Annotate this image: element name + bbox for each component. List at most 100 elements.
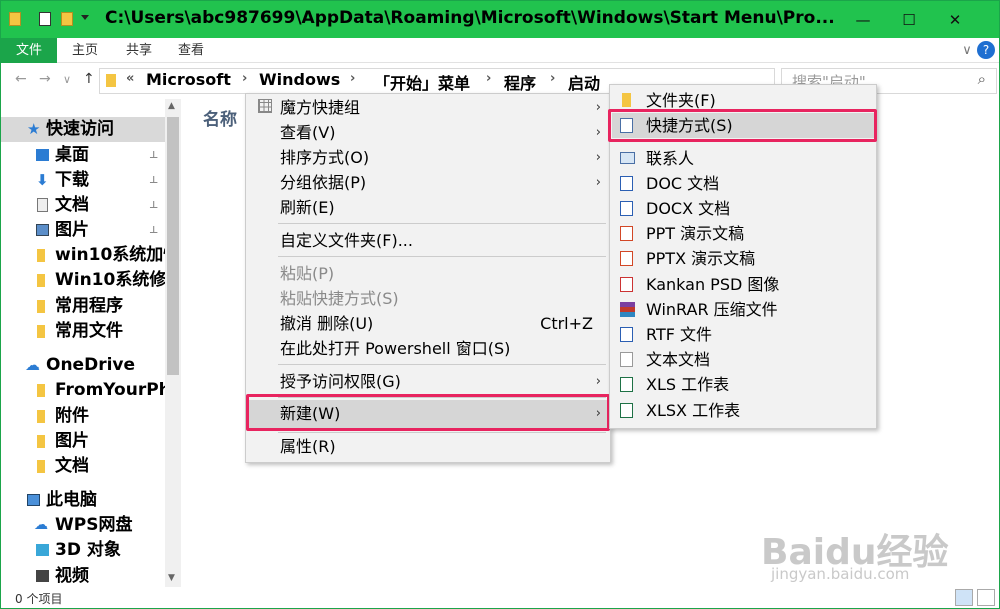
submenu-item-xlsx[interactable]: XLSX 工作表	[612, 398, 874, 423]
submenu-arrow-icon: ›	[595, 150, 601, 165]
maximize-button[interactable]: ☐	[886, 1, 932, 38]
status-bar: 0 个项目	[1, 587, 999, 608]
menu-item-properties[interactable]: 属性(R)	[248, 434, 607, 459]
large-icons-view-icon[interactable]	[977, 589, 995, 606]
help-icon[interactable]: ?	[977, 41, 995, 59]
forward-button[interactable]: →	[39, 71, 51, 87]
menu-label: 排序方式(O)	[280, 148, 370, 167]
menu-item-refresh[interactable]: 刷新(E)	[248, 195, 607, 220]
nav-scrollbar[interactable]: ▲ ▼	[165, 99, 181, 587]
scroll-down-icon[interactable]: ▼	[168, 573, 175, 583]
submenu-item-winrar[interactable]: WinRAR 压缩文件	[612, 297, 874, 322]
column-header-name[interactable]: 名称	[203, 105, 237, 130]
nav-item-folder[interactable]: 附件	[1, 404, 165, 429]
close-button[interactable]: ✕	[932, 1, 978, 38]
nav-item-folder[interactable]: win10系统加快	[1, 243, 165, 268]
nav-quick-access[interactable]: ★ 快速访问	[1, 117, 165, 142]
nav-label: 图片	[55, 431, 89, 451]
title-bar[interactable]: C:\Users\abc987699\AppData\Roaming\Micro…	[1, 1, 999, 38]
recent-locations-button[interactable]: ∨	[63, 73, 71, 86]
menu-label: 刷新(E)	[280, 198, 335, 217]
nav-item-folder[interactable]: FromYourPh	[1, 378, 165, 403]
nav-onedrive[interactable]: ☁ OneDrive	[1, 353, 165, 378]
menu-label: 自定义文件夹(F)...	[280, 231, 413, 250]
tab-view[interactable]: 查看	[169, 38, 213, 63]
breadcrumb-item[interactable]: 「开始」菜单	[374, 70, 470, 94]
submenu-item-xls[interactable]: XLS 工作表	[612, 372, 874, 397]
nav-item-folder[interactable]: Win10系统修	[1, 268, 165, 293]
submenu-item-pptx[interactable]: PPTX 演示文稿	[612, 246, 874, 271]
breadcrumb-separator[interactable]: ›	[486, 71, 491, 86]
breadcrumb-separator[interactable]: ›	[350, 71, 355, 86]
submenu-item-docx[interactable]: DOCX 文档	[612, 196, 874, 221]
nav-item-folder[interactable]: 常用程序	[1, 294, 165, 319]
nav-item-folder[interactable]: 常用文件	[1, 319, 165, 344]
menu-item-undo-delete[interactable]: 撤消 删除(U) Ctrl+Z	[248, 311, 607, 336]
nav-item-downloads[interactable]: ⬇ 下载 ⊥	[1, 168, 165, 193]
menu-item-mofang[interactable]: 魔方快捷组 ›	[248, 95, 607, 120]
menu-label: 粘贴(P)	[280, 264, 335, 283]
menu-label: PPT 演示文稿	[646, 224, 745, 243]
breadcrumb-overflow[interactable]: «	[126, 71, 134, 86]
pin-icon[interactable]: ⊥	[149, 143, 158, 168]
pin-icon[interactable]: ⊥	[149, 193, 158, 218]
ribbon-expand-icon[interactable]: ∨	[957, 38, 977, 63]
breadcrumb-item[interactable]: Microsoft	[146, 70, 231, 89]
xls-icon	[620, 377, 633, 392]
pin-icon[interactable]: ⊥	[149, 168, 158, 193]
nav-label: 常用文件	[55, 321, 123, 341]
pin-icon[interactable]: ⊥	[149, 218, 158, 243]
quick-access-dropdown-icon[interactable]	[81, 15, 89, 20]
tab-file[interactable]: 文件	[1, 38, 57, 63]
nav-label: 常用程序	[55, 296, 123, 316]
breadcrumb-item[interactable]: Windows	[259, 70, 340, 89]
scrollbar-thumb[interactable]	[167, 117, 179, 375]
submenu-item-contact[interactable]: 联系人	[612, 146, 874, 171]
menu-item-customize[interactable]: 自定义文件夹(F)...	[248, 228, 607, 253]
submenu-item-doc[interactable]: DOC 文档	[612, 171, 874, 196]
menu-item-view[interactable]: 查看(V) ›	[248, 120, 607, 145]
search-icon[interactable]: ⌕	[978, 70, 986, 88]
nav-item-folder[interactable]: 文档	[1, 454, 165, 479]
minimize-button[interactable]: —	[840, 1, 886, 38]
menu-item-open-powershell[interactable]: 在此处打开 Powershell 窗口(S)	[248, 336, 607, 361]
ppt-icon	[620, 226, 633, 241]
menu-label: 授予访问权限(G)	[280, 372, 401, 391]
folder-icon	[37, 435, 45, 448]
tab-share[interactable]: 共享	[117, 38, 161, 63]
tab-home[interactable]: 主页	[63, 38, 107, 63]
nav-item-pictures[interactable]: 图片 ⊥	[1, 218, 165, 243]
details-view-icon[interactable]	[955, 589, 973, 606]
breadcrumb-separator[interactable]: ›	[242, 71, 247, 86]
nav-item-folder[interactable]: 图片	[1, 429, 165, 454]
breadcrumb-item[interactable]: 启动	[568, 70, 600, 94]
menu-item-group[interactable]: 分组依据(P) ›	[248, 170, 607, 195]
submenu-arrow-icon: ›	[595, 100, 601, 115]
new-folder-icon[interactable]	[61, 12, 73, 26]
breadcrumb-item[interactable]: 程序	[504, 70, 536, 94]
nav-this-pc[interactable]: 此电脑	[1, 488, 165, 513]
menu-item-give-access[interactable]: 授予访问权限(G) ›	[248, 369, 607, 394]
nav-item-3d-objects[interactable]: 3D 对象	[1, 538, 165, 563]
highlight-new	[246, 394, 610, 431]
menu-item-sort[interactable]: 排序方式(O) ›	[248, 145, 607, 170]
submenu-item-rtf[interactable]: RTF 文件	[612, 322, 874, 347]
menu-label: XLS 工作表	[646, 375, 730, 394]
nav-item-documents[interactable]: 文档 ⊥	[1, 193, 165, 218]
submenu-item-ppt[interactable]: PPT 演示文稿	[612, 221, 874, 246]
nav-item-videos[interactable]: 视频	[1, 564, 165, 589]
up-button[interactable]: ↑	[83, 71, 95, 87]
scroll-up-icon[interactable]: ▲	[168, 101, 175, 111]
back-button[interactable]: ←	[15, 71, 27, 87]
cloud-icon: ☁	[34, 517, 48, 533]
menu-separator	[278, 432, 606, 433]
nav-item-wps[interactable]: ☁ WPS网盘	[1, 513, 165, 538]
menu-label: 魔方快捷组	[280, 98, 361, 117]
properties-icon[interactable]	[39, 12, 51, 26]
winrar-icon	[620, 302, 635, 317]
submenu-item-text[interactable]: 文本文档	[612, 347, 874, 372]
submenu-item-psd[interactable]: Kankan PSD 图像	[612, 272, 874, 297]
item-count: 0 个项目	[15, 592, 63, 606]
nav-item-desktop[interactable]: 桌面 ⊥	[1, 143, 165, 168]
breadcrumb-separator[interactable]: ›	[550, 71, 555, 86]
